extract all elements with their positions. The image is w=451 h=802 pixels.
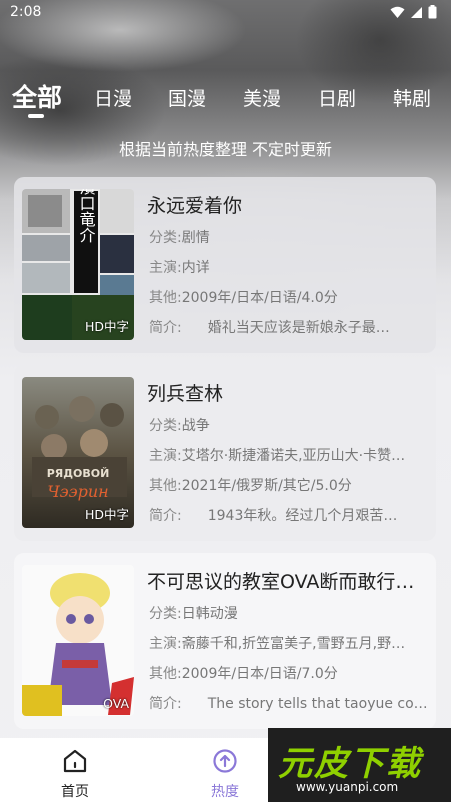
item-intro: 简介: 1943年秋。经过几个月艰苦…	[149, 508, 398, 524]
site-watermark: 元皮下载 www.yuanpi.com	[268, 728, 451, 802]
nav-home-label: 首页	[61, 784, 89, 800]
signal-icon	[411, 6, 422, 18]
active-tab-indicator	[28, 114, 44, 118]
item-category: 分类:战争	[149, 418, 210, 434]
list-item[interactable]: OVA 不可思议的教室OVA断而敢行… 分类:日韩动漫 主演:斋藤千和,折笠富美…	[14, 553, 436, 729]
poster-image[interactable]: OVA	[22, 565, 134, 716]
item-cast: 主演:艾塔尔·斯捷潘诺夫,亚历山大·卡赞…	[149, 448, 406, 464]
status-time: 2:08	[10, 4, 42, 20]
item-other: 其他:2009年/日本/日语/4.0分	[149, 290, 338, 306]
status-icons	[390, 5, 437, 19]
ranking-subtitle: 根据当前热度整理 不定时更新	[118, 140, 333, 159]
tab-all[interactable]: 全部	[12, 78, 62, 114]
poster-art	[22, 565, 134, 716]
list-item[interactable]: РЯДОВОЙ Чээрин HD中字 列兵查林 分类:战争 主演:艾塔尔·斯捷…	[14, 365, 436, 541]
item-category: 分类:日韩动漫	[149, 606, 238, 622]
item-cast: 主演:斋藤千和,折笠富美子,雪野五月,野…	[149, 636, 406, 652]
battery-icon	[428, 5, 437, 19]
nav-home[interactable]: 首页	[40, 748, 110, 801]
tab-american-anime[interactable]: 美漫	[243, 84, 281, 111]
poster-image[interactable]: РЯДОВОЙ Чээрин HD中字	[22, 377, 134, 528]
item-intro: 简介: The story tells that taoyue co…	[149, 696, 428, 712]
tab-chinese-anime[interactable]: 国漫	[168, 84, 206, 111]
item-title[interactable]: 列兵查林	[147, 379, 427, 406]
tab-japanese-drama[interactable]: 日剧	[318, 84, 356, 111]
poster-image[interactable]: 濱口竜介 HD中字	[22, 189, 134, 340]
watermark-url: www.yuanpi.com	[296, 780, 399, 794]
nav-hot[interactable]: 热度	[190, 748, 260, 801]
poster-title-text: 濱口竜介	[77, 189, 96, 243]
item-cast: 主演:内详	[149, 260, 210, 276]
category-tabs: 全部 日漫 国漫 美漫 日剧 韩剧	[0, 76, 451, 120]
item-intro: 简介: 婚礼当天应该是新娘永子最…	[149, 320, 390, 336]
tab-korean-drama[interactable]: 韩剧	[393, 84, 431, 111]
status-bar: 2:08	[0, 0, 451, 26]
list-item[interactable]: 濱口竜介 HD中字 永远爱着你 分类:剧情 主演:内详 其他:2009年/日本/…	[14, 177, 436, 353]
poster-subtitle-text: Чээрин	[47, 482, 108, 501]
item-title[interactable]: 永远爱着你	[147, 191, 427, 218]
item-other: 其他:2009年/日本/日语/7.0分	[149, 666, 338, 682]
tab-japanese-anime[interactable]: 日漫	[94, 84, 132, 111]
quality-badge: HD中字	[84, 507, 129, 522]
nav-hot-label: 热度	[211, 784, 239, 800]
home-icon	[63, 749, 87, 773]
poster-title-text: РЯДОВОЙ	[47, 467, 110, 480]
quality-badge: OVA	[103, 696, 129, 711]
watermark-logo-text: 元皮下载	[278, 744, 422, 784]
item-title[interactable]: 不可思议的教室OVA断而敢行…	[147, 567, 427, 594]
wifi-icon	[390, 6, 405, 18]
hot-upload-icon	[213, 749, 237, 773]
item-category: 分类:剧情	[149, 230, 210, 246]
item-other: 其他:2021年/俄罗斯/其它/5.0分	[149, 478, 352, 494]
quality-badge: HD中字	[84, 319, 129, 334]
